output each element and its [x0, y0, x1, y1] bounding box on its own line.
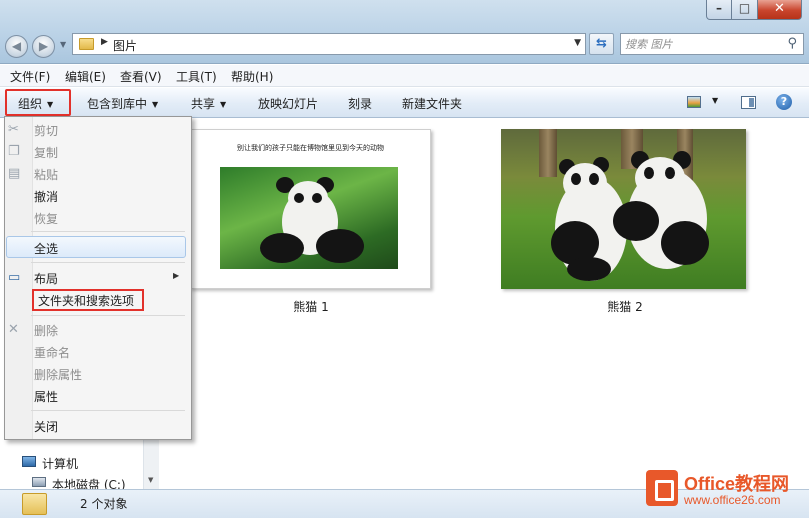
address-bar[interactable]: ▶ 图片 ▼	[72, 33, 586, 55]
nav-item-computer[interactable]: 计算机	[42, 455, 78, 472]
menu-view[interactable]: 查看(V)	[120, 68, 162, 85]
menu-item-cut[interactable]: 剪切	[34, 122, 58, 139]
copy-icon: ❐	[8, 144, 20, 159]
share-label: 共享	[191, 97, 216, 111]
preview-pane-icon[interactable]	[741, 96, 756, 109]
menu-separator	[31, 315, 185, 316]
burn-button[interactable]: 刻录	[348, 95, 372, 112]
status-folder-icon	[22, 493, 47, 515]
menu-item-delete[interactable]: 删除	[34, 322, 58, 339]
organize-highlight-box	[5, 89, 71, 116]
share-button[interactable]: 共享 ▼	[191, 95, 226, 112]
share-dropdown-icon: ▼	[220, 100, 227, 109]
file-name-panda-1[interactable]: 熊猫 1	[251, 298, 371, 315]
minimize-icon: –	[716, 1, 722, 15]
menu-bar: 文件(F) 编辑(E) 查看(V) 工具(T) 帮助(H)	[0, 65, 809, 87]
watermark-url: www.office26.com	[684, 493, 781, 507]
scissors-icon: ✂	[8, 122, 19, 137]
menu-separator	[31, 410, 185, 411]
organize-dropdown-menu	[4, 116, 192, 440]
menu-file[interactable]: 文件(F)	[10, 68, 50, 85]
paste-icon: ▤	[8, 166, 21, 181]
view-dropdown-icon[interactable]: ▼	[712, 96, 718, 105]
scroll-down-icon[interactable]: ▼	[148, 476, 153, 484]
address-dropdown-icon[interactable]: ▼	[574, 38, 581, 48]
menu-item-folder-options[interactable]: 文件夹和搜索选项	[38, 292, 134, 309]
office-logo-icon	[646, 470, 678, 506]
close-icon: ✕	[774, 1, 785, 16]
folder-icon	[79, 38, 94, 50]
menu-help[interactable]: 帮助(H)	[231, 68, 273, 85]
refresh-button[interactable]: ⇆	[589, 33, 614, 55]
item-count-text: 2 个对象	[80, 497, 128, 511]
image-caption-text: 别让我们的孩子只能在博物馆里见到今天的动物	[237, 144, 384, 152]
menu-item-rename[interactable]: 重命名	[34, 344, 70, 361]
layout-icon: ▭	[8, 270, 21, 285]
menu-item-remove-properties[interactable]: 删除属性	[34, 366, 82, 383]
menu-separator	[31, 231, 185, 232]
menu-item-redo[interactable]: 恢复	[34, 210, 58, 227]
maximize-button[interactable]: □	[732, 0, 758, 20]
close-button[interactable]: ✕	[758, 0, 802, 20]
menu-item-close[interactable]: 关闭	[34, 418, 58, 435]
search-box[interactable]: ⚲	[620, 33, 804, 55]
search-input[interactable]	[625, 36, 775, 52]
file-thumbnail-panda-1[interactable]: 别让我们的孩子只能在博物馆里见到今天的动物	[190, 129, 431, 289]
help-icon[interactable]: ?	[776, 94, 792, 110]
submenu-arrow-icon: ▶	[173, 271, 180, 280]
minimize-button[interactable]: –	[706, 0, 732, 20]
panda-photo-1	[220, 167, 398, 269]
menu-item-paste[interactable]: 粘贴	[34, 166, 58, 183]
back-arrow-icon: ◀	[11, 39, 22, 53]
forward-arrow-icon: ▶	[38, 39, 49, 53]
menu-edit[interactable]: 编辑(E)	[65, 68, 106, 85]
computer-icon	[22, 456, 36, 467]
menu-tools[interactable]: 工具(T)	[176, 68, 217, 85]
drive-icon	[32, 477, 46, 487]
recent-pages-dropdown-icon[interactable]: ▼	[60, 40, 66, 49]
include-in-library-button[interactable]: 包含到库中 ▼	[87, 95, 158, 112]
slideshow-button[interactable]: 放映幻灯片	[258, 95, 318, 112]
select-all-hover-highlight	[6, 236, 186, 258]
maximize-icon: □	[738, 1, 751, 15]
menu-separator	[31, 262, 185, 263]
include-library-label: 包含到库中	[87, 97, 148, 111]
search-icon[interactable]: ⚲	[787, 36, 797, 51]
breadcrumb-pictures[interactable]: 图片	[113, 37, 137, 54]
new-folder-button[interactable]: 新建文件夹	[402, 95, 462, 112]
menu-item-layout[interactable]: 布局	[34, 270, 58, 287]
menu-item-undo[interactable]: 撤消	[34, 188, 58, 205]
menu-item-select-all[interactable]: 全选	[34, 240, 58, 257]
menu-item-properties[interactable]: 属性	[34, 388, 58, 405]
forward-button[interactable]: ▶	[32, 35, 55, 58]
include-library-dropdown-icon: ▼	[152, 100, 159, 109]
delete-icon: ✕	[8, 322, 19, 337]
file-thumbnail-panda-2[interactable]	[501, 129, 746, 289]
back-button[interactable]: ◀	[5, 35, 28, 58]
change-view-icon[interactable]	[687, 96, 701, 108]
file-name-panda-2[interactable]: 熊猫 2	[565, 298, 685, 315]
refresh-icon: ⇆	[596, 36, 607, 51]
breadcrumb-arrow-icon[interactable]: ▶	[101, 37, 108, 47]
menu-item-copy[interactable]: 复制	[34, 144, 58, 161]
